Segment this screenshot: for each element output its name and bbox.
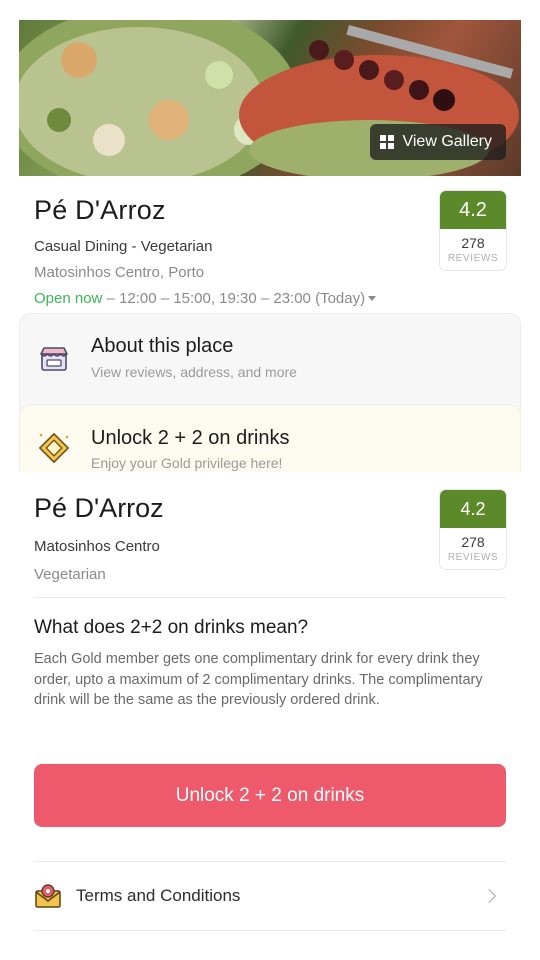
restaurant-name: Pé D'Arroz [34, 195, 166, 225]
terms-label: Terms and Conditions [76, 886, 241, 905]
hero-photo[interactable]: View Gallery [19, 20, 521, 176]
diamond-offer-icon [38, 432, 70, 464]
rating-badge[interactable]: 4.2 278 REVIEWS [440, 191, 506, 270]
grid-icon [380, 135, 395, 149]
restaurant-location: Matosinhos Centro, Porto [34, 264, 205, 281]
reviews-count: 278 [461, 235, 485, 251]
sheet-category: Vegetarian [34, 566, 106, 583]
rating-score: 4.2 [440, 191, 506, 229]
sheet-reviews-label: REVIEWS [447, 552, 499, 563]
hours-text: – 12:00 – 15:00, 19:30 – 23:00 (Today) [102, 290, 366, 307]
gold-offer-subtitle: Enjoy your Gold privilege here! [91, 455, 283, 471]
restaurant-cuisine: Casual Dining - Vegetarian [34, 238, 213, 255]
storefront-icon [40, 347, 68, 371]
gold-offer-title: Unlock 2 + 2 on drinks [91, 427, 290, 449]
divider [34, 597, 506, 598]
offer-question: What does 2+2 on drinks mean? [34, 617, 309, 638]
opening-hours[interactable]: Open now – 12:00 – 15:00, 19:30 – 23:00 … [34, 290, 454, 307]
offer-explanation: Each Gold member gets one complimentary … [34, 651, 483, 708]
divider [34, 930, 506, 931]
about-this-place-card[interactable]: About this place View reviews, address, … [19, 313, 521, 413]
sheet-rating-badge: 4.2 278 REVIEWS [440, 490, 506, 569]
sheet-location: Matosinhos Centro [34, 538, 160, 555]
reviews-label: REVIEWS [447, 253, 499, 264]
offer-details-sheet: Pé D'Arroz Matosinhos Centro Vegetarian … [0, 472, 540, 960]
about-title: About this place [91, 335, 234, 357]
open-status: Open now [34, 290, 103, 307]
sheet-restaurant-name: Pé D'Arroz [34, 493, 164, 523]
restaurant-info: Pé D'Arroz Casual Dining - Vegetarian Ma… [34, 195, 454, 307]
caret-down-icon [368, 296, 377, 301]
sheet-rating-score: 4.2 [440, 490, 506, 528]
sheet-reviews-count: 278 [461, 534, 485, 550]
envelope-badge-icon [35, 884, 61, 908]
view-gallery-button[interactable]: View Gallery [370, 124, 506, 160]
chevron-right-icon [481, 888, 497, 904]
terms-and-conditions-row[interactable]: Terms and Conditions [34, 862, 506, 930]
gold-offer-card[interactable]: Unlock 2 + 2 on drinks Enjoy your Gold p… [19, 404, 521, 472]
view-gallery-label: View Gallery [402, 133, 492, 150]
about-subtitle: View reviews, address, and more [91, 364, 297, 380]
unlock-offer-button[interactable]: Unlock 2 + 2 on drinks [34, 764, 506, 827]
